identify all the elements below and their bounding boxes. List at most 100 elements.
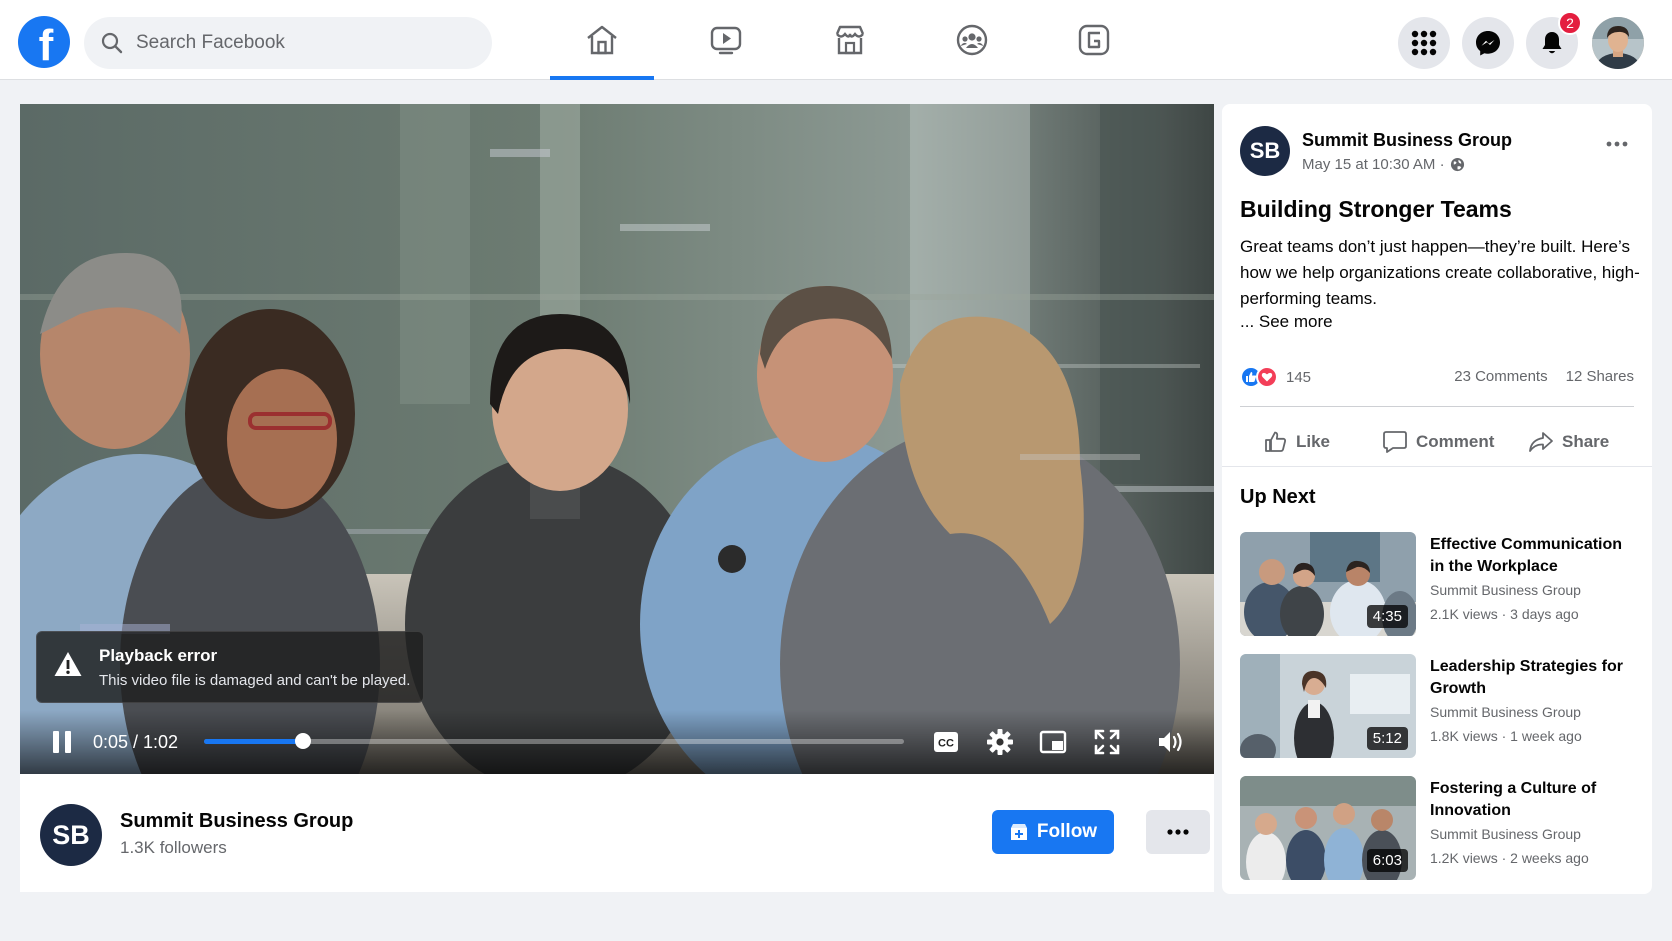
picture-in-picture-icon — [1039, 730, 1067, 754]
tab-gaming[interactable] — [1042, 0, 1146, 80]
playback-error-toast: Playback error This video file is damage… — [36, 631, 424, 703]
post-title: Building Stronger Teams — [1240, 196, 1512, 222]
search-icon — [101, 32, 123, 54]
video-icon — [710, 26, 742, 55]
fullscreen-button[interactable] — [1092, 727, 1122, 757]
post-body: Great teams don’t just happen—they’re bu… — [1240, 237, 1640, 308]
captions-button[interactable]: CC — [932, 728, 960, 756]
like-button[interactable]: Like — [1264, 422, 1330, 462]
volume-button[interactable] — [1156, 727, 1186, 757]
video-thumbnail[interactable]: 5:12 — [1240, 654, 1416, 758]
see-more-link[interactable]: ... See more — [1240, 312, 1333, 332]
like-label: Like — [1296, 432, 1331, 451]
up-next-item[interactable]: 4:35 Effective Communication in the Work… — [1240, 532, 1640, 636]
page-more-button[interactable] — [1146, 810, 1210, 854]
video-controls: 0:05 / 1:02 CC — [20, 710, 1214, 774]
share-count[interactable]: 12 Shares — [1566, 368, 1634, 385]
messenger-button[interactable] — [1462, 17, 1514, 69]
more-dots-icon — [1606, 141, 1628, 147]
video-thumbnail[interactable]: 6:03 — [1240, 776, 1416, 880]
bell-icon — [1542, 32, 1562, 54]
store-icon — [835, 25, 865, 55]
follow-label: Follow — [1036, 821, 1098, 842]
thumbs-up-icon — [1265, 431, 1286, 452]
facebook-logo[interactable]: f — [18, 16, 70, 68]
up-next-views: 2.1K views · 3 days ago — [1430, 606, 1579, 622]
video-duration: 5:12 — [1366, 727, 1408, 750]
progress-bar[interactable] — [204, 733, 904, 749]
up-next-item[interactable]: 6:03 Fostering a Culture of Innovation S… — [1240, 776, 1640, 880]
notification-badge: 2 — [1558, 11, 1582, 35]
follow-icon — [1010, 824, 1027, 840]
search-input[interactable] — [136, 32, 466, 54]
tab-marketplace[interactable] — [798, 0, 902, 80]
error-title: Playback error — [99, 646, 218, 665]
captions-icon: CC — [934, 732, 958, 752]
post-side-panel: SB Summit Business Group May 15 at 10:30… — [1222, 104, 1652, 894]
groups-icon — [956, 24, 988, 56]
pause-button[interactable] — [48, 728, 76, 756]
top-navigation-bar: f 2 — [0, 0, 1672, 80]
up-next-channel: Summit Business Group — [1430, 582, 1581, 598]
love-reaction-icon — [1256, 366, 1278, 388]
page-name[interactable]: Summit Business Group — [120, 810, 353, 833]
up-next-heading: Up Next — [1240, 486, 1316, 508]
more-dots-icon — [1167, 829, 1189, 835]
tab-groups[interactable] — [920, 0, 1024, 80]
reaction-summary[interactable]: 145 — [1240, 366, 1311, 388]
up-next-title[interactable]: Leadership Strategies for Growth — [1430, 656, 1640, 700]
up-next-title[interactable]: Fostering a Culture of Innovation — [1430, 778, 1640, 822]
up-next-channel: Summit Business Group — [1430, 826, 1581, 842]
page-info-bar: SB Summit Business Group 1.3K followers … — [20, 774, 1214, 892]
share-button[interactable]: Share — [1528, 422, 1609, 462]
up-next-title[interactable]: Effective Communication in the Workplace — [1430, 534, 1640, 578]
pause-icon — [53, 731, 71, 753]
notifications-button[interactable]: 2 — [1526, 11, 1582, 69]
home-icon — [587, 25, 617, 55]
up-next-channel: Summit Business Group — [1430, 704, 1581, 720]
stats-divider — [1240, 406, 1634, 407]
share-icon — [1529, 432, 1553, 452]
search-box[interactable] — [84, 17, 492, 69]
up-next-views: 1.8K views · 1 week ago — [1430, 728, 1582, 744]
settings-button[interactable] — [984, 726, 1016, 758]
menu-button[interactable] — [1398, 17, 1450, 69]
post-author-avatar[interactable]: SB — [1240, 126, 1290, 176]
video-duration: 4:35 — [1366, 605, 1408, 628]
gear-icon — [987, 729, 1013, 755]
tab-home[interactable] — [550, 0, 654, 80]
progress-knob[interactable] — [295, 733, 312, 749]
fullscreen-icon — [1094, 729, 1120, 755]
video-player[interactable]: Playback error This video file is damage… — [20, 104, 1214, 774]
profile-photo — [1592, 17, 1644, 69]
actions-divider — [1222, 466, 1652, 467]
up-next-views: 1.2K views · 2 weeks ago — [1430, 850, 1589, 866]
post-stats: 23 Comments 12 Shares — [1454, 368, 1634, 385]
share-label: Share — [1562, 432, 1610, 451]
apps-grid-icon — [1411, 30, 1437, 56]
post-meta: May 15 at 10:30 AM · — [1302, 156, 1465, 173]
facebook-logo-letter: f — [38, 21, 54, 70]
follow-button[interactable]: Follow — [992, 810, 1114, 854]
playback-time: 0:05 / 1:02 — [93, 732, 179, 752]
page-avatar[interactable]: SB — [40, 804, 102, 866]
miniplayer-button[interactable] — [1038, 727, 1068, 757]
warning-icon — [54, 652, 82, 676]
video-thumbnail[interactable]: 4:35 — [1240, 532, 1416, 636]
comment-button[interactable]: Comment — [1382, 422, 1494, 462]
reaction-count: 145 — [1286, 368, 1312, 386]
up-next-item[interactable]: 5:12 Leadership Strategies for Growth Su… — [1240, 654, 1640, 758]
progress-fill — [204, 739, 304, 744]
page-followers: 1.3K followers — [120, 838, 227, 857]
globe-icon — [1450, 157, 1464, 172]
profile-avatar[interactable] — [1592, 17, 1644, 69]
comment-count[interactable]: 23 Comments — [1454, 368, 1547, 385]
volume-icon — [1159, 732, 1182, 752]
post-options-button[interactable] — [1606, 134, 1628, 152]
comment-label: Comment — [1416, 432, 1495, 451]
post-author-name[interactable]: Summit Business Group — [1302, 130, 1512, 151]
video-duration: 6:03 — [1366, 849, 1408, 872]
gaming-icon — [1078, 24, 1110, 56]
tab-watch[interactable] — [674, 0, 778, 80]
post-timestamp[interactable]: May 15 at 10:30 AM · — [1302, 156, 1445, 173]
